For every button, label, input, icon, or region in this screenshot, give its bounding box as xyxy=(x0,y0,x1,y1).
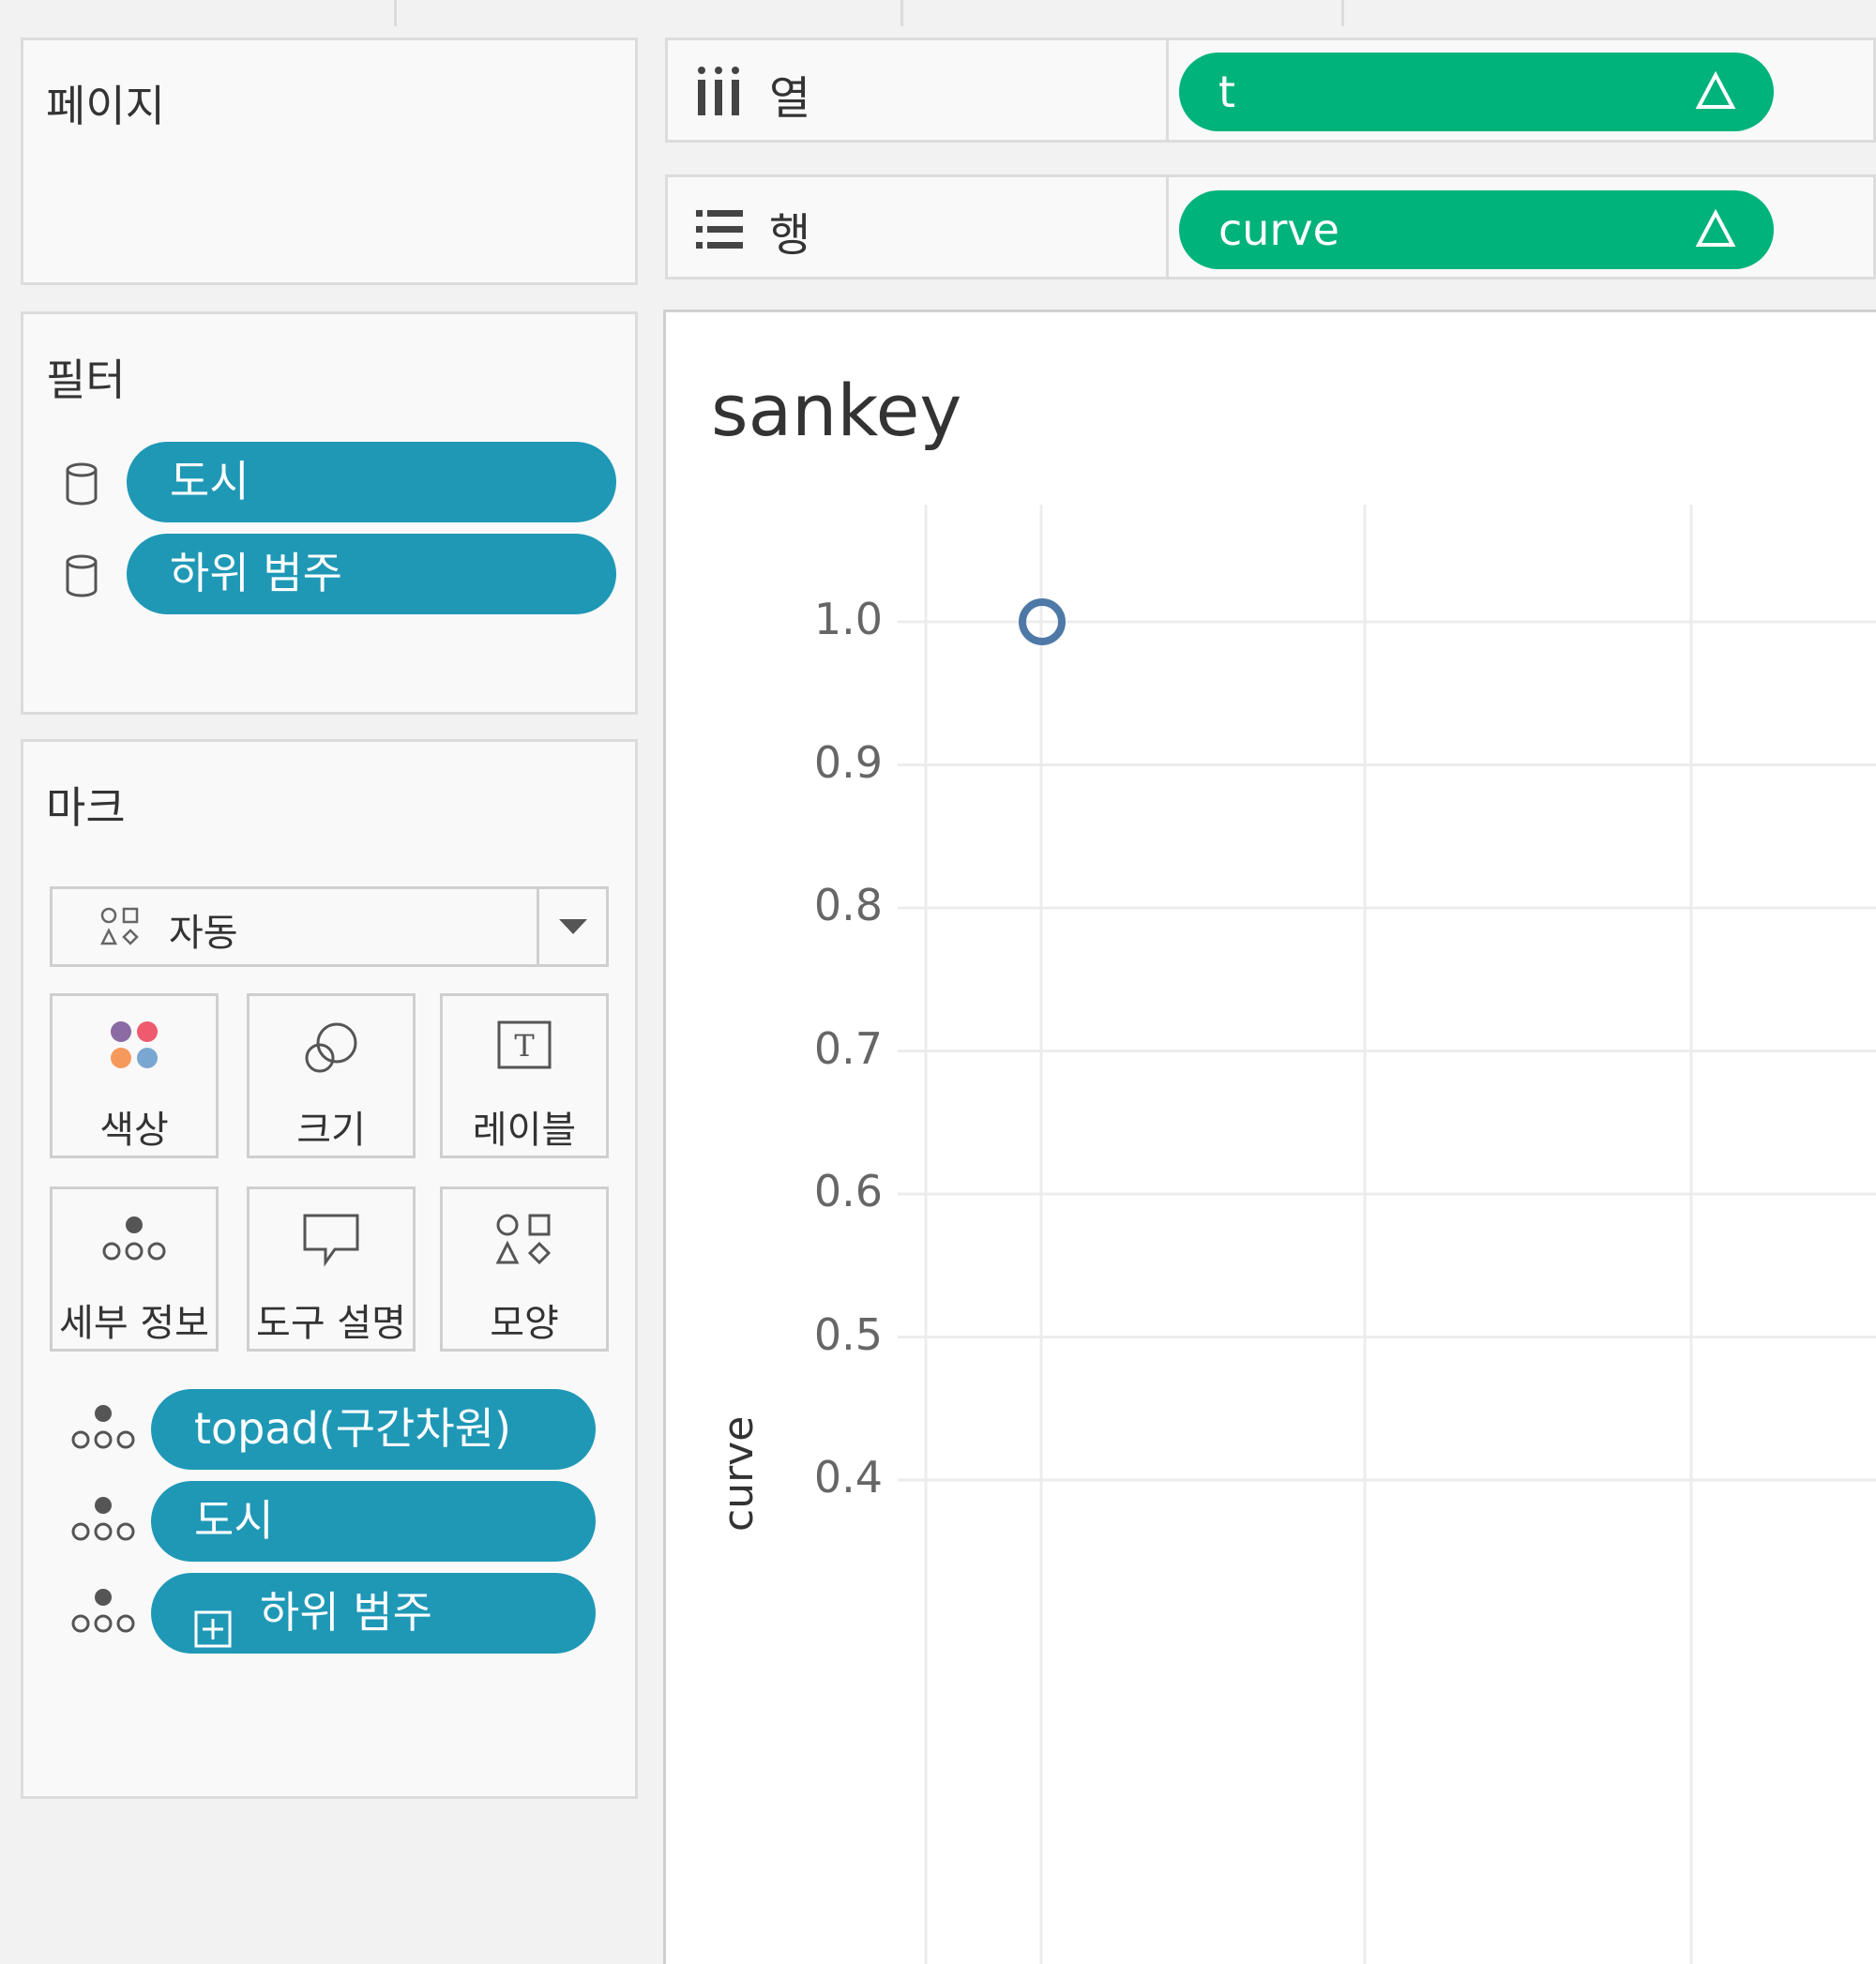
header-strip xyxy=(0,0,1876,26)
y-tick-label: 1.0 xyxy=(813,594,883,644)
detail-card-label: 세부 정보 xyxy=(59,1302,209,1345)
chart-view[interactable]: sankey curve 1.0 0.9 0.8 0.7 0.6 0.5 0.4 xyxy=(663,310,1876,1964)
svg-text:T: T xyxy=(514,1028,535,1064)
delta-triangle-icon xyxy=(1695,209,1736,247)
database-icon xyxy=(63,462,100,509)
color-dots-icon xyxy=(108,1019,160,1075)
detail-dots-icon xyxy=(70,1588,136,1639)
pages-title: 페이지 xyxy=(46,81,165,131)
shelf-divider xyxy=(1166,177,1169,277)
detail-dots-icon xyxy=(70,1404,136,1455)
rows-shelf[interactable]: 행 curve xyxy=(665,174,1876,279)
expand-plus-icon[interactable] xyxy=(194,1594,232,1672)
rows-icon xyxy=(694,207,745,256)
marks-pill-topad-label: topad(구간차원) xyxy=(194,1403,511,1454)
color-card-label: 색상 xyxy=(99,1109,169,1152)
y-tick-label: 0.5 xyxy=(813,1308,883,1360)
filter-pill-subcategory-label: 하위 범주 xyxy=(170,548,342,598)
rows-label: 행 xyxy=(769,209,811,262)
detail-card[interactable]: 세부 정보 xyxy=(50,1186,219,1352)
delta-triangle-icon xyxy=(1695,71,1736,109)
filters-title: 필터 xyxy=(46,355,126,405)
y-tick-label: 0.8 xyxy=(813,880,883,930)
filter-pill-city-label: 도시 xyxy=(170,456,250,506)
header-divider xyxy=(394,0,397,26)
filter-pill-subcategory[interactable]: 하위 범주 xyxy=(127,534,616,614)
columns-label: 열 xyxy=(769,72,811,125)
mark-type-dropdown[interactable]: 자동 xyxy=(50,886,609,967)
chevron-down-icon[interactable] xyxy=(559,919,587,940)
y-tick-label: 0.6 xyxy=(813,1166,883,1216)
shape-card[interactable]: 모양 xyxy=(440,1186,609,1352)
y-tick-label: 0.9 xyxy=(813,736,883,788)
marks-pill-city-label: 도시 xyxy=(194,1495,274,1546)
tooltip-card[interactable]: 도구 설명 xyxy=(247,1186,416,1352)
dropdown-divider xyxy=(537,889,539,964)
y-tick-label: 0.4 xyxy=(813,1452,883,1503)
marks-title: 마크 xyxy=(46,782,126,833)
database-icon xyxy=(63,554,100,601)
label-card-label: 레이블 xyxy=(472,1109,577,1152)
shapes-icon xyxy=(494,1212,554,1272)
mark-type-label: 자동 xyxy=(169,912,238,955)
columns-pill-t[interactable]: t xyxy=(1179,53,1774,131)
size-icon xyxy=(301,1019,361,1082)
columns-icon xyxy=(696,65,741,121)
shapes-icon xyxy=(99,906,141,951)
color-card[interactable]: 색상 xyxy=(50,993,219,1158)
filter-pill-city[interactable]: 도시 xyxy=(127,442,616,522)
rows-pill-curve[interactable]: curve xyxy=(1179,190,1774,269)
columns-shelf[interactable]: 열 t xyxy=(665,38,1876,143)
plot-area[interactable] xyxy=(666,312,1876,1964)
marks-pill-topad[interactable]: topad(구간차원) xyxy=(151,1389,596,1470)
marks-pill-subcategory[interactable]: 하위 범주 xyxy=(151,1573,596,1654)
shelf-divider xyxy=(1166,40,1169,140)
size-card-label: 크기 xyxy=(296,1109,366,1152)
y-tick-label: 0.7 xyxy=(813,1022,883,1074)
label-t-icon: T xyxy=(496,1019,552,1075)
label-card[interactable]: T 레이블 xyxy=(440,993,609,1158)
rows-pill-curve-label: curve xyxy=(1218,204,1339,255)
tooltip-bubble-icon xyxy=(301,1212,361,1272)
marks-panel[interactable]: 마크 자동 색상 크기 T 레이블 세부 정보 도구 설명 모양 topad(구… xyxy=(21,739,638,1799)
detail-dots-icon xyxy=(101,1212,167,1268)
columns-pill-t-label: t xyxy=(1218,67,1236,117)
header-divider xyxy=(900,0,903,26)
marks-pill-subcategory-label: 하위 범주 xyxy=(260,1587,432,1638)
pages-panel[interactable]: 페이지 xyxy=(21,38,638,285)
filters-panel[interactable]: 필터 도시 하위 범주 xyxy=(21,311,638,715)
detail-dots-icon xyxy=(70,1496,136,1547)
size-card[interactable]: 크기 xyxy=(247,993,416,1158)
tooltip-card-label: 도구 설명 xyxy=(256,1302,406,1345)
shape-card-label: 모양 xyxy=(490,1302,559,1345)
header-divider xyxy=(1341,0,1344,26)
marks-pill-city[interactable]: 도시 xyxy=(151,1481,596,1562)
